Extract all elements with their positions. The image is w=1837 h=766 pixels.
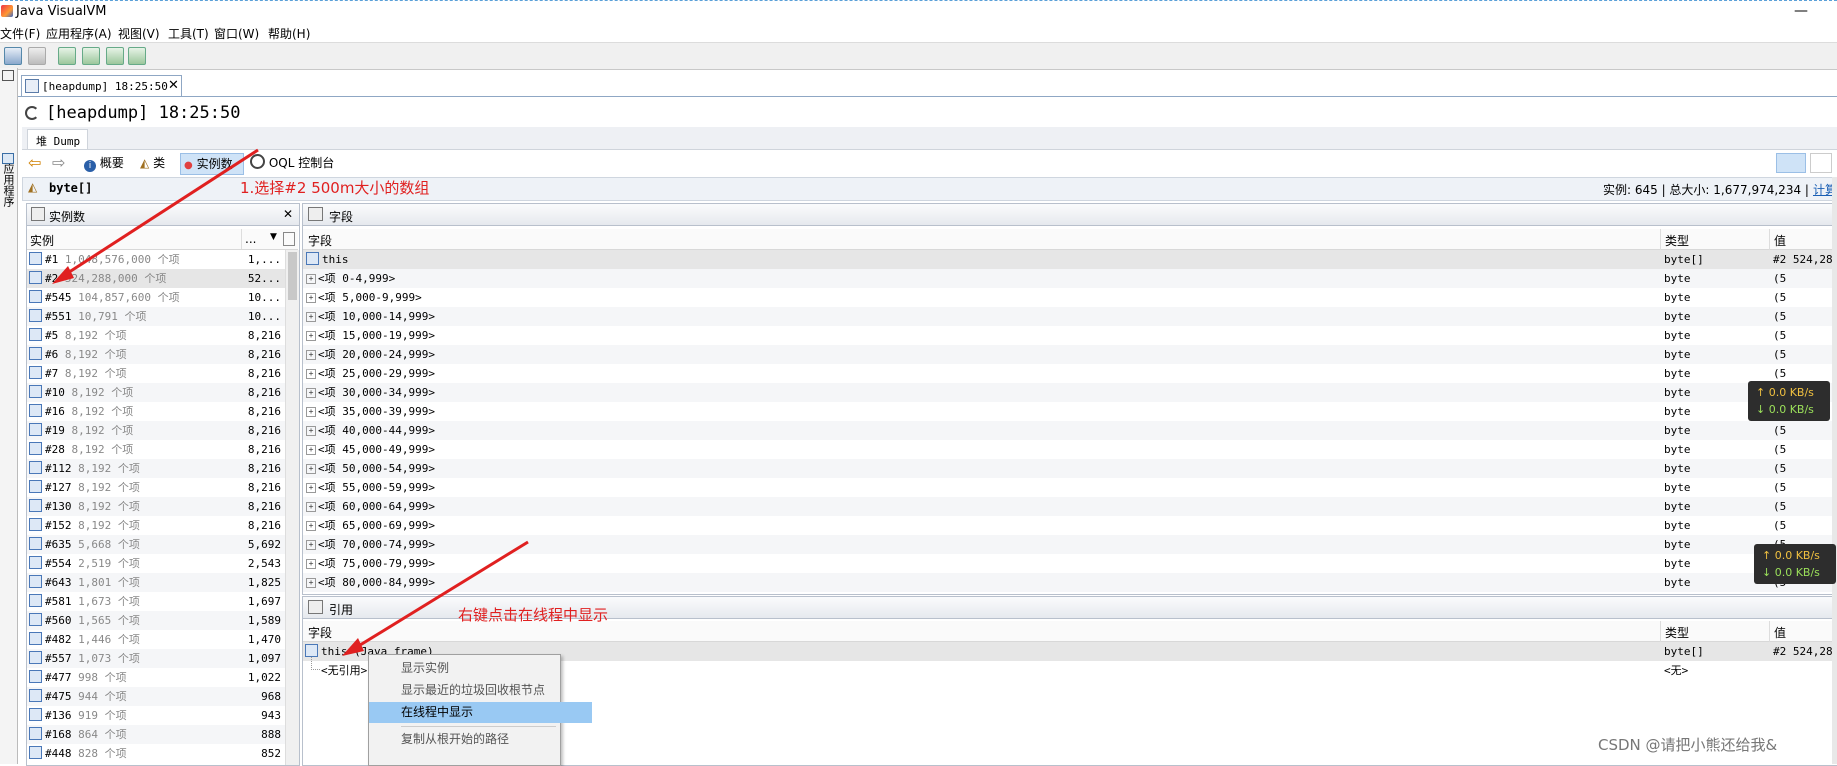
annotation-arrows <box>52 148 529 656</box>
arrow-step2 <box>351 540 529 652</box>
watermark: CSDN @请把小熊还给我& <box>1598 736 1778 754</box>
arrowhead-step1 <box>52 266 74 284</box>
annotation-step1: 1.选择#2 500m大小的数组 <box>240 179 430 197</box>
annotation-step2: 右键点击在线程中显示 <box>458 606 609 624</box>
arrow-step1 <box>59 148 259 280</box>
arrowhead-step2 <box>342 638 364 656</box>
